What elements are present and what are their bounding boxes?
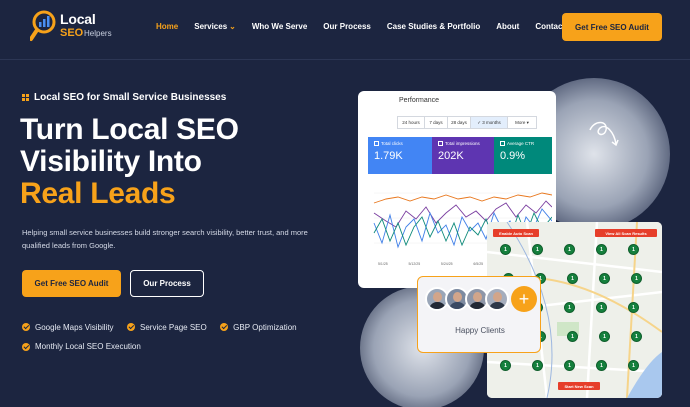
- metric-label: Average CTR: [507, 141, 535, 146]
- main-nav: Home Services ⌄ Who We Serve Our Process …: [156, 22, 581, 31]
- rank-pin[interactable]: 1: [599, 331, 610, 342]
- magnifier-chart-icon: [30, 10, 56, 41]
- nav-services[interactable]: Services ⌄: [194, 22, 236, 31]
- enable-auto-scan-button[interactable]: Enable Auto Scan: [493, 229, 539, 237]
- rank-pin[interactable]: 1: [500, 360, 511, 371]
- happy-clients-label: Happy Clients: [455, 326, 505, 335]
- range-24-hours[interactable]: 24 hours: [397, 116, 425, 129]
- range-more[interactable]: More ▾: [507, 116, 537, 129]
- nav-who-we-serve[interactable]: Who We Serve: [252, 22, 307, 31]
- nav-about[interactable]: About: [496, 22, 519, 31]
- nav-case-studies[interactable]: Case Studies & Portfolio: [387, 22, 480, 31]
- check-icon: [127, 323, 136, 331]
- performance-title: Performance: [399, 97, 440, 104]
- rank-pin[interactable]: 1: [631, 273, 642, 284]
- rank-pin[interactable]: 1: [631, 331, 642, 342]
- range-28-days[interactable]: 28 days: [447, 116, 471, 129]
- feature-item: Monthly Local SEO Execution: [22, 342, 141, 351]
- start-new-scan-button[interactable]: Start New Scan: [558, 382, 600, 390]
- feature-item: Google Maps Visibility: [22, 323, 114, 332]
- plus-icon: +: [511, 286, 537, 312]
- metric-average-ctr[interactable]: Average CTR 0.9%: [494, 137, 552, 174]
- view-all-scan-results-button[interactable]: View All Scan Results: [595, 229, 657, 237]
- checkbox-icon: [374, 141, 379, 146]
- check-icon: [220, 323, 229, 331]
- checkbox-icon: [438, 141, 443, 146]
- range-3-months-label: 3 months: [482, 120, 501, 125]
- grid-icon: [22, 94, 29, 101]
- rank-pin[interactable]: 1: [567, 273, 578, 284]
- metric-total-impressions[interactable]: Total impressions 202K: [432, 137, 494, 174]
- checkbox-icon: [500, 141, 505, 146]
- metric-value: 0.9%: [500, 150, 526, 162]
- feature-label: Monthly Local SEO Execution: [35, 342, 141, 351]
- rank-pin[interactable]: 1: [628, 302, 639, 313]
- metric-label-row: Average CTR: [500, 141, 546, 146]
- rank-pin[interactable]: 1: [564, 244, 575, 255]
- rank-pin[interactable]: 1: [532, 360, 543, 371]
- range-7-days[interactable]: 7 days: [424, 116, 448, 129]
- site-header: Local SEO Helpers Home Services ⌄ Who We …: [0, 0, 690, 60]
- logo[interactable]: Local SEO Helpers: [30, 9, 140, 47]
- x-tick-label: 6/5/25: [473, 262, 484, 266]
- range-3-months[interactable]: ✓ 3 months: [470, 116, 508, 129]
- nav-services-label: Services: [194, 22, 228, 31]
- rank-pin[interactable]: 1: [532, 244, 543, 255]
- feature-label: GBP Optimization: [233, 322, 297, 332]
- header-cta-button[interactable]: Get Free SEO Audit: [562, 13, 662, 41]
- client-avatars: +: [425, 286, 537, 312]
- check-icon: [22, 342, 30, 351]
- x-tick-label: 5/1/25: [378, 262, 388, 266]
- logo-wordmark-helpers: Helpers: [84, 29, 112, 38]
- logo-wordmark-seo: SEO: [60, 27, 84, 39]
- hero-headline: Turn Local SEO Visibility Into Real Lead…: [20, 114, 239, 210]
- feature-list: Google Maps Visibility Service Page SEO …: [22, 318, 322, 357]
- headline-line-1: Turn Local SEO: [20, 113, 239, 146]
- hero-description: Helping small service businesses build s…: [22, 228, 308, 250]
- range-more-label: More: [515, 120, 526, 125]
- logo-wordmark-local: Local: [60, 11, 96, 27]
- rank-pin[interactable]: 1: [628, 244, 639, 255]
- avatar: [485, 287, 509, 311]
- headline-line-3: Real Leads: [20, 177, 176, 210]
- rank-pin[interactable]: 1: [596, 360, 607, 371]
- feature-label: Google Maps Visibility: [35, 322, 114, 332]
- metric-value: 202K: [438, 150, 464, 162]
- chevron-down-icon: ⌄: [229, 22, 236, 31]
- rank-pin[interactable]: 1: [500, 244, 511, 255]
- swirl-arrow-icon: [589, 121, 619, 147]
- our-process-button[interactable]: Our Process: [130, 270, 204, 297]
- x-tick-label: 5/24/25: [440, 262, 453, 266]
- headline-line-2: Visibility Into: [20, 145, 202, 178]
- rank-pin[interactable]: 1: [599, 273, 610, 284]
- metric-label: Total clicks: [381, 141, 403, 146]
- nav-our-process[interactable]: Our Process: [323, 22, 371, 31]
- rank-pin[interactable]: 1: [564, 360, 575, 371]
- feature-item: Service Page SEO: [127, 323, 207, 332]
- metric-total-clicks[interactable]: Total clicks 1.79K: [368, 137, 432, 174]
- happy-clients-card: + Happy Clients: [417, 276, 541, 353]
- feature-item: GBP Optimization: [220, 322, 297, 332]
- feature-label: Service Page SEO: [140, 322, 207, 332]
- date-range-selector: 24 hours 7 days 28 days ✓ 3 months More …: [397, 116, 537, 129]
- nav-contact[interactable]: Contact: [535, 22, 565, 31]
- metric-label-row: Total impressions: [438, 141, 488, 146]
- metric-value: 1.79K: [374, 150, 403, 162]
- metric-label-row: Total clicks: [374, 141, 426, 146]
- series-position-line: [373, 192, 552, 204]
- rank-pin[interactable]: 1: [596, 302, 607, 313]
- check-icon: [22, 323, 30, 331]
- eyebrow-text: Local SEO for Small Service Businesses: [34, 92, 227, 103]
- nav-home[interactable]: Home: [156, 22, 178, 31]
- free-seo-audit-button[interactable]: Get Free SEO Audit: [22, 270, 121, 297]
- rank-pin[interactable]: 1: [596, 244, 607, 255]
- rank-pin[interactable]: 1: [567, 331, 578, 342]
- hero-eyebrow: Local SEO for Small Service Businesses: [22, 92, 226, 103]
- rank-pin[interactable]: 1: [564, 302, 575, 313]
- x-tick-label: 5/12/25: [408, 262, 421, 266]
- rank-pin[interactable]: 1: [628, 360, 639, 371]
- metric-label: Total impressions: [445, 141, 480, 146]
